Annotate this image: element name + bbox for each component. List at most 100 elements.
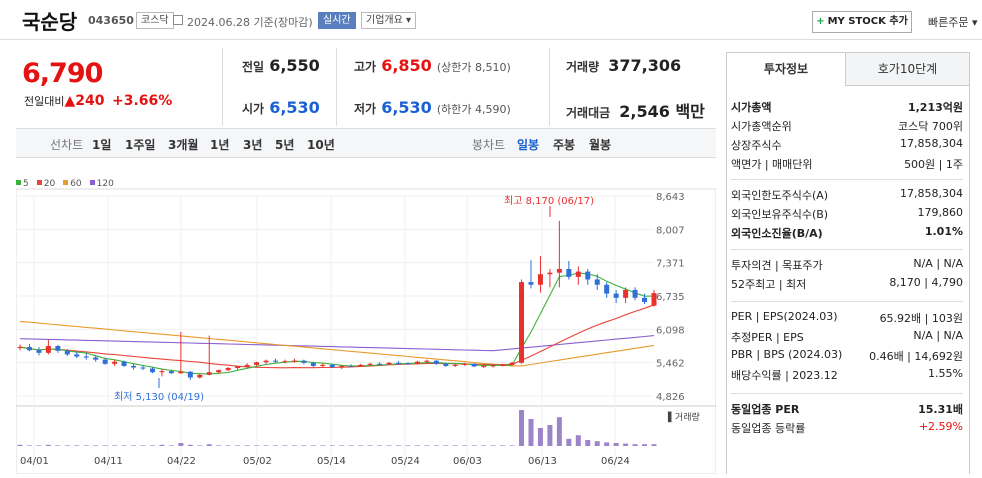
info-key: 배당수익률 | 2023.12: [731, 369, 838, 382]
divider: [731, 393, 963, 394]
y-tick-label: 8,007: [656, 225, 685, 236]
period-1d[interactable]: 1일: [92, 136, 111, 153]
candle-body: [490, 365, 496, 367]
realtime-button[interactable]: 실시간: [318, 12, 356, 29]
info-value: 17,858,304: [900, 137, 963, 150]
info-key: 시가총액순위: [731, 120, 792, 133]
lower-limit: (하한가 4,590): [436, 103, 511, 116]
volume-bar: [159, 444, 165, 446]
stat-high: 고가 6,850 (상한가 8,510): [354, 56, 511, 75]
x-tick-label: 05/02: [243, 456, 272, 467]
volume-bar: [26, 445, 32, 446]
info-value: 65.92배 | 103원: [879, 312, 963, 325]
line-chart-label[interactable]: 선차트: [50, 136, 83, 153]
candle-body: [187, 371, 193, 378]
x-tick-label: 05/24: [391, 456, 420, 467]
x-tick-label: 05/14: [317, 456, 346, 467]
period-3y[interactable]: 3년: [243, 136, 262, 153]
period-5y[interactable]: 5년: [275, 136, 294, 153]
candle-body: [102, 359, 108, 364]
volume-bar: [329, 445, 335, 446]
current-price: 6,790: [22, 58, 103, 89]
volume-bar: [282, 445, 288, 446]
info-value: +2.59%: [918, 420, 963, 433]
stat-trade-amount: 거래대금 2,546 백만: [566, 98, 705, 122]
candle-body: [556, 268, 562, 273]
candle-body: [244, 364, 250, 367]
candle-body: [17, 347, 23, 349]
ma5-line: [19, 272, 655, 375]
candle-body: [225, 368, 231, 371]
info-value: 15.31배: [918, 403, 963, 416]
chart-frame: [15, 188, 717, 475]
candle-body: [471, 363, 477, 367]
price-change: 전일대비▲240 +3.66%: [24, 93, 172, 109]
volume-bar: [263, 445, 269, 446]
candle-body: [414, 361, 420, 364]
quick-order-link[interactable]: 빠른주문 ▾: [928, 14, 978, 30]
stat-volume: 거래량 377,306: [566, 56, 681, 75]
candle-body: [481, 365, 487, 367]
volume-bar: [547, 425, 553, 446]
x-tick-label: 06/24: [601, 456, 630, 467]
stat-prev-close: 전일 6,550: [242, 56, 320, 75]
volume-bar: [17, 444, 23, 446]
stat-value: 377,306: [608, 56, 682, 75]
volume-bar: [377, 445, 383, 446]
info-value: 1.55%: [928, 367, 963, 380]
stat-value: 2,546 백만: [619, 102, 705, 121]
tab-investment-info[interactable]: 투자정보: [727, 53, 846, 86]
volume-bar: [613, 443, 619, 446]
price-chart[interactable]: 5 20 60 120 8,643 8,007 7,371 6,735 6,098 5,462 4…: [15, 172, 717, 475]
add-my-stock-button[interactable]: + MY STOCK 추가: [812, 11, 912, 33]
candle-body: [537, 274, 543, 285]
candle-daily[interactable]: 일봉: [517, 136, 539, 153]
candle-body: [424, 360, 430, 362]
volume-bar: [206, 444, 212, 446]
volume-bar: [490, 445, 496, 446]
volume-bar: [519, 410, 525, 446]
company-overview-dropdown[interactable]: 기업개요 ▾: [361, 12, 417, 29]
current-price-box: 6,790 전일대비▲240 +3.66%: [16, 48, 223, 126]
period-3m[interactable]: 3개월: [168, 136, 198, 153]
ma120-line: [19, 335, 655, 352]
ma60-line: [19, 320, 655, 367]
info-key: PBR | BPS (2024.03): [731, 348, 843, 361]
period-1w[interactable]: 1주일: [125, 136, 155, 153]
candle-body: [585, 271, 591, 280]
volume-bar: [301, 445, 307, 446]
price-date: 2024.06.28 기준(장마감): [187, 16, 313, 29]
period-1y[interactable]: 1년: [210, 136, 229, 153]
info-value: 179,860: [917, 206, 964, 219]
candle-body: [575, 271, 581, 277]
candle-body: [547, 272, 553, 275]
candle-body: [64, 350, 70, 355]
candle-body: [594, 279, 600, 285]
volume-bar: [93, 445, 99, 446]
volume-bar: [131, 445, 137, 446]
volume-bar: [405, 445, 411, 446]
ma-legend: 5 20 60 120: [16, 179, 122, 189]
volume-bar: [500, 445, 506, 446]
period-10y[interactable]: 10년: [307, 136, 335, 153]
tab-order-book[interactable]: 호가10단계: [846, 53, 969, 86]
candle-body: [613, 293, 619, 298]
candle-body: [566, 268, 572, 277]
candle-chart-label[interactable]: 봉차트: [472, 136, 505, 153]
info-row: 시가총액순위 코스닥 700위: [731, 118, 963, 136]
candle-body: [329, 364, 335, 367]
candle-monthly[interactable]: 월봉: [589, 136, 611, 153]
candle-body: [632, 289, 638, 298]
volume-bar: [623, 443, 629, 446]
volume-bar: [414, 445, 420, 446]
volume-bar: [149, 445, 155, 446]
volume-bar: [386, 445, 392, 446]
candle-body: [178, 371, 184, 374]
info-row: 상장주식수 17,858,304: [731, 137, 963, 155]
volume-bar: [396, 445, 402, 446]
candle-body: [320, 364, 326, 366]
volume-bar: [272, 445, 278, 446]
candle-weekly[interactable]: 주봉: [553, 136, 575, 153]
chart-toolbar: 선차트 1일 1주일 3개월 1년 3년 5년 10년 봉차트 일봉 주봉 월봉: [16, 128, 716, 158]
volume-bar: [367, 445, 373, 446]
